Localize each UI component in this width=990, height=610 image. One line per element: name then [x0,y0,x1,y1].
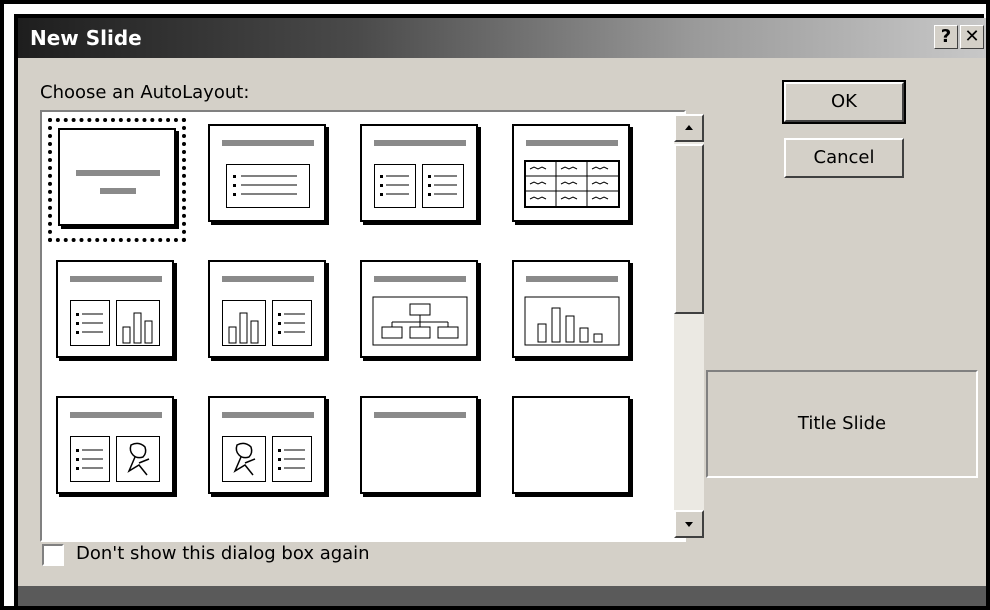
autolayout-list[interactable] [40,110,704,542]
chart-layout-icon [512,260,630,358]
layout-chart[interactable] [512,260,642,370]
text-and-chart-layout-icon [56,260,174,358]
scroll-thumb[interactable] [674,144,704,314]
bottom-strip [18,586,986,606]
dialog-title: New Slide [30,26,142,50]
bulleted-list-layout-icon [208,124,326,222]
two-column-text-layout-icon [360,124,478,222]
help-button[interactable]: ? [934,25,958,49]
title-only-layout-icon [360,396,478,494]
organization-chart-layout-icon [360,260,478,358]
close-button[interactable]: ✕ [960,25,984,49]
choose-autolayout-label: Choose an AutoLayout: [40,82,250,103]
cancel-button[interactable]: Cancel [784,138,904,178]
layout-blank[interactable] [512,396,642,506]
vertical-scrollbar[interactable] [674,114,704,538]
scroll-down-arrow-icon [685,522,693,527]
layout-title-slide[interactable] [48,118,186,242]
layout-text-and-chart[interactable] [56,260,186,370]
layout-clip-art-and-text[interactable] [208,396,338,506]
layout-two-column-text[interactable] [360,124,490,234]
blank-layout-icon [512,396,630,494]
dialog-title-bar: New Slide ? ✕ [18,18,986,58]
scroll-up-button[interactable] [674,114,704,142]
layout-text-and-clip-art[interactable] [56,396,186,506]
layout-table[interactable] [512,124,642,234]
scroll-down-button[interactable] [674,510,704,538]
text-and-clip-art-layout-icon [56,396,174,494]
title-slide-layout-icon [58,128,176,226]
layout-organization-chart[interactable] [360,260,490,370]
layout-preview: Title Slide [706,370,978,478]
chart-and-text-layout-icon [208,260,326,358]
scroll-up-arrow-icon [685,125,693,130]
dont-show-again-label[interactable]: Don't show this dialog box again [76,543,370,564]
clip-art-and-text-layout-icon [208,396,326,494]
ok-button[interactable]: OK [782,80,906,124]
dont-show-again-checkbox[interactable] [42,544,64,566]
new-slide-dialog: New Slide ? ✕ Choose an AutoLayout: OK C… [18,18,986,606]
table-layout-icon [512,124,630,222]
layout-bulleted-list[interactable] [208,124,338,234]
layout-title-only[interactable] [360,396,490,506]
layout-chart-and-text[interactable] [208,260,338,370]
